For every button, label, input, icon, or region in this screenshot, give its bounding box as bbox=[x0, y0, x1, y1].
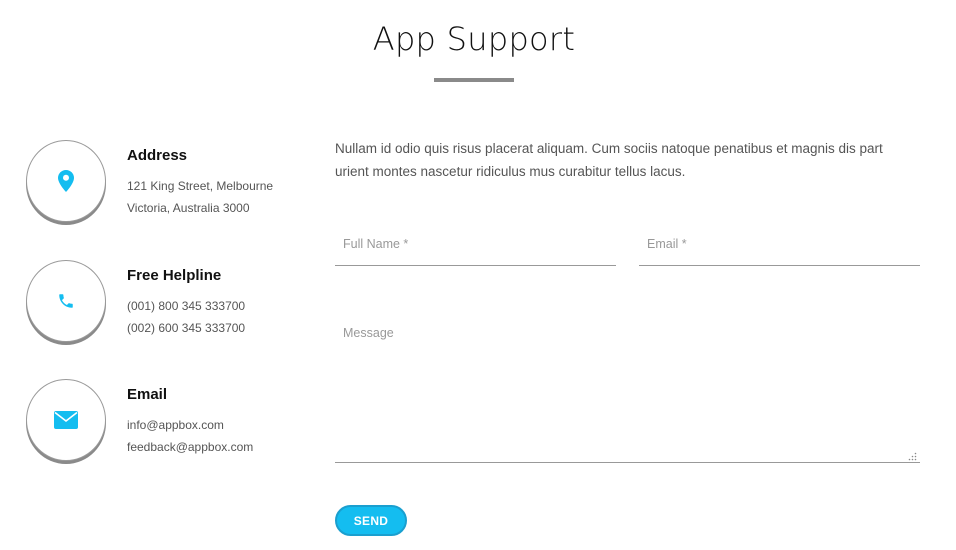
email-heading: Email bbox=[127, 386, 168, 403]
email-line-1: info@appbox.com bbox=[127, 418, 224, 432]
email-lines: info@appbox.com feedback@appbox.com bbox=[127, 414, 327, 458]
page-title: App Support bbox=[372, 20, 576, 58]
envelope-icon bbox=[54, 411, 78, 429]
address-text: Address 121 King Street, Melbourne Victo… bbox=[127, 146, 327, 219]
email-text: Email info@appbox.com feedback@appbox.co… bbox=[127, 385, 327, 458]
email-line-2: feedback@appbox.com bbox=[127, 440, 254, 454]
send-button[interactable]: SEND bbox=[335, 505, 407, 536]
helpline-lines: (001) 800 345 333700 (002) 600 345 33370… bbox=[127, 295, 327, 339]
address-line-1: 121 King Street, Melbourne bbox=[127, 179, 274, 193]
contact-helpline: Free Helpline (001) 800 345 333700 (002)… bbox=[26, 260, 316, 344]
address-lines: 121 King Street, Melbourne Victoria, Aus… bbox=[127, 175, 327, 219]
helpline-text: Free Helpline (001) 800 345 333700 (002)… bbox=[127, 266, 327, 339]
address-icon-circle bbox=[26, 140, 106, 222]
contact-address: Address 121 King Street, Melbourne Victo… bbox=[26, 140, 316, 224]
full-name-input[interactable] bbox=[335, 222, 616, 266]
resize-grip-icon[interactable] bbox=[907, 451, 917, 461]
form-intro-text: Nullam id odio quis risus placerat aliqu… bbox=[335, 141, 883, 179]
app-support-page: App Support Address 121 King Street, Mel… bbox=[0, 0, 956, 550]
address-line-2: Victoria, Australia 3000 bbox=[127, 201, 250, 215]
email-input[interactable] bbox=[639, 222, 920, 266]
message-textarea[interactable] bbox=[335, 318, 920, 463]
email-icon-circle bbox=[26, 379, 106, 461]
location-pin-icon bbox=[58, 170, 74, 192]
helpline-icon-circle bbox=[26, 260, 106, 342]
contact-email: Email info@appbox.com feedback@appbox.co… bbox=[26, 379, 316, 463]
helpline-line-1: (001) 800 345 333700 bbox=[127, 299, 246, 313]
helpline-heading: Free Helpline bbox=[127, 267, 222, 284]
phone-icon bbox=[59, 294, 73, 308]
title-underline bbox=[434, 78, 514, 82]
helpline-line-2: (002) 600 345 333700 bbox=[127, 321, 246, 335]
address-heading: Address bbox=[127, 147, 188, 164]
